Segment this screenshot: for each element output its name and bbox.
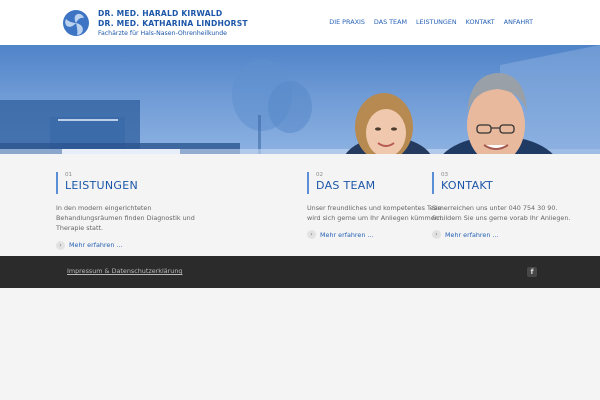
hero-banner xyxy=(0,45,600,154)
chevron-right-icon[interactable]: › xyxy=(56,240,65,250)
hero-image xyxy=(0,45,600,154)
column-leistungen: 01 LEISTUNGEN In den modern eingerichtet… xyxy=(56,170,216,250)
brand-block[interactable]: Dr. med. Harald Kirwald Dr. med. Kathari… xyxy=(98,9,248,39)
chevron-right-icon[interactable]: › xyxy=(307,230,316,240)
column-number: 01 xyxy=(65,172,73,178)
nav-kontakt[interactable]: KONTAKT xyxy=(466,18,495,26)
chevron-right-icon[interactable]: › xyxy=(432,230,441,240)
brand-subtitle: Fachärzte für Hals-Nasen-Ohrenheilkunde xyxy=(98,30,227,37)
site-footer: Impressum & Datenschutzerklärung f xyxy=(0,256,600,288)
nav-leistungen[interactable]: LEISTUNGEN xyxy=(416,18,457,26)
triskele-logo-icon[interactable] xyxy=(62,9,90,37)
column-text: Sie erreichen uns unter 040 754 30 90. S… xyxy=(432,204,571,223)
impressum-link[interactable]: Impressum & Datenschutzerklärung xyxy=(67,267,182,275)
brand-name-1: Dr. med. Harald Kirwald xyxy=(98,9,223,18)
more-link[interactable]: › Mehr erfahren ... xyxy=(56,240,216,250)
column-title[interactable]: LEISTUNGEN xyxy=(65,179,216,192)
main-nav: DIE PRAXIS DAS TEAM LEISTUNGEN KONTAKT A… xyxy=(329,18,533,26)
more-link-label[interactable]: Mehr erfahren ... xyxy=(320,231,374,239)
more-link-label[interactable]: Mehr erfahren ... xyxy=(69,241,123,249)
column-title[interactable]: KONTAKT xyxy=(441,179,592,192)
column-heading: 03 KONTAKT xyxy=(432,172,592,194)
more-link[interactable]: › Mehr erfahren ... xyxy=(432,230,592,240)
column-heading: 01 LEISTUNGEN xyxy=(56,172,216,194)
brand-name-2: Dr. med. Katharina Lindhorst xyxy=(98,18,248,28)
more-link-label[interactable]: Mehr erfahren ... xyxy=(445,231,499,239)
facebook-icon[interactable]: f xyxy=(527,267,537,277)
nav-anfahrt[interactable]: ANFAHRT xyxy=(504,18,533,26)
site-header: Dr. med. Harald Kirwald Dr. med. Kathari… xyxy=(0,0,600,45)
column-text: In den modern eingerichteten Behandlungs… xyxy=(56,204,195,233)
nav-die-praxis[interactable]: DIE PRAXIS xyxy=(329,18,365,26)
column-kontakt: 03 KONTAKT Sie erreichen uns unter 040 7… xyxy=(432,170,592,240)
nav-das-team[interactable]: DAS TEAM xyxy=(374,18,407,26)
column-number: 03 xyxy=(441,172,449,178)
